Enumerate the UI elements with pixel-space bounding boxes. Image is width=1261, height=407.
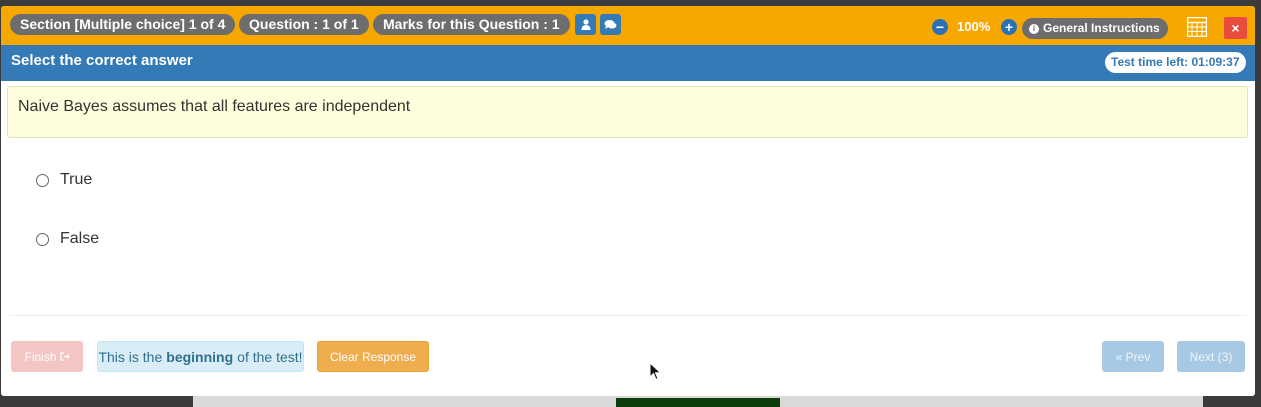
comments-icon xyxy=(604,20,617,29)
page-title: Select the correct answer xyxy=(11,52,193,69)
general-instructions-label: General Instructions xyxy=(1043,21,1160,35)
clear-response-button[interactable]: Clear Response xyxy=(317,341,429,372)
close-icon: × xyxy=(1231,20,1240,36)
zoom-out-icon[interactable]: − xyxy=(932,19,948,35)
footer-divider xyxy=(9,315,1247,316)
finish-button[interactable]: Finish xyxy=(11,341,83,372)
question-text: Naive Bayes assumes that all features ar… xyxy=(18,98,411,115)
marks-pill: Marks for this Question : 1 xyxy=(373,14,570,35)
calculator-icon[interactable] xyxy=(1187,17,1207,37)
top-bar: Section [Multiple choice] 1 of 4 Questio… xyxy=(1,6,1255,45)
next-label: Next (3) xyxy=(1189,349,1233,364)
background-block xyxy=(616,398,780,407)
next-button[interactable]: Next (3) xyxy=(1177,341,1245,372)
finish-label: Finish xyxy=(24,349,57,364)
section-pill: Section [Multiple choice] 1 of 4 xyxy=(10,14,236,35)
mouse-cursor-icon xyxy=(649,362,662,381)
comments-button[interactable] xyxy=(600,14,621,35)
notice-prefix: This is the xyxy=(98,348,163,365)
radio-button[interactable] xyxy=(36,173,49,187)
zoom-level: 100% xyxy=(957,19,991,34)
sign-out-icon xyxy=(59,352,70,361)
user-icon xyxy=(581,19,590,30)
info-icon: i xyxy=(1029,23,1039,34)
close-button[interactable]: × xyxy=(1224,17,1247,39)
user-button[interactable] xyxy=(575,14,596,35)
header-bar: Select the correct answer Test time left… xyxy=(1,45,1255,81)
option-false[interactable]: False xyxy=(36,228,99,250)
radio-button[interactable] xyxy=(36,232,49,246)
prev-label: « Prev xyxy=(1115,349,1151,364)
option-true[interactable]: True xyxy=(36,169,92,191)
option-label: False xyxy=(60,230,100,247)
prev-button[interactable]: « Prev xyxy=(1102,341,1164,372)
zoom-in-icon[interactable]: + xyxy=(1001,19,1017,35)
notice-bold: beginning xyxy=(166,348,234,365)
timer-badge: Test time left: 01:09:37 xyxy=(1105,52,1246,73)
clear-response-label: Clear Response xyxy=(329,349,417,364)
general-instructions-button[interactable]: i General Instructions xyxy=(1022,18,1168,39)
question-box: Naive Bayes assumes that all features ar… xyxy=(7,86,1248,138)
beginning-notice: This is the beginning of the test! xyxy=(97,341,304,372)
option-label: True xyxy=(60,171,93,188)
test-modal: Section [Multiple choice] 1 of 4 Questio… xyxy=(1,6,1255,396)
question-pill: Question : 1 of 1 xyxy=(239,14,369,35)
notice-suffix: of the test! xyxy=(237,348,303,365)
